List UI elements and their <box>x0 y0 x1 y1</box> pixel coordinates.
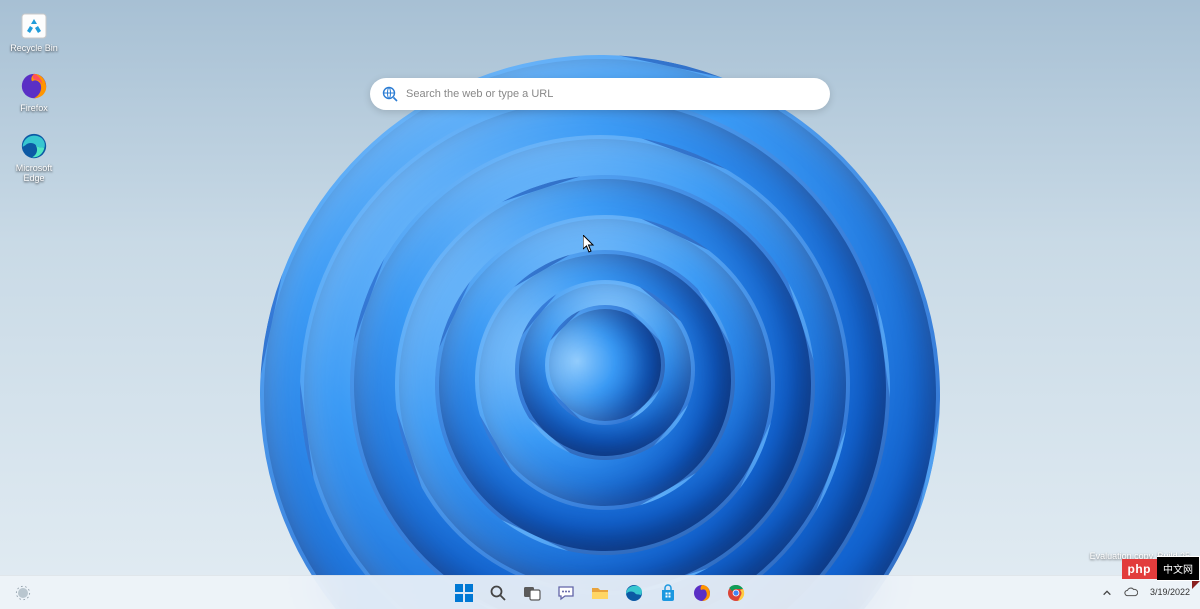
firefox-icon <box>18 70 50 102</box>
folder-icon <box>591 584 609 602</box>
start-button[interactable] <box>449 578 479 608</box>
desktop-search-widget[interactable] <box>370 78 830 110</box>
desktop-icon-recycle-bin[interactable]: Recycle Bin <box>6 8 62 56</box>
edge-icon <box>18 130 50 162</box>
search-icon <box>489 584 507 602</box>
chrome-icon <box>727 584 745 602</box>
task-view-icon <box>523 584 541 602</box>
windows-logo-icon <box>455 584 473 602</box>
desktop-icon-label: Microsoft Edge <box>8 164 60 184</box>
mouse-cursor-icon <box>583 235 595 253</box>
cloud-icon <box>1124 586 1138 600</box>
weather-icon <box>13 583 33 603</box>
store-icon <box>659 584 677 602</box>
firefox-icon <box>693 584 711 602</box>
onedrive-tray-button[interactable] <box>1122 578 1140 608</box>
desktop-icons-area: Recycle Bin Firefox Microsoft Edge <box>6 8 62 186</box>
desktop-icon-label: Recycle Bin <box>10 44 58 54</box>
taskbar-clock[interactable]: 3/19/2022 <box>1146 588 1194 598</box>
overlay-badge-php: php 中文网 <box>1122 556 1200 581</box>
file-explorer-button[interactable] <box>585 578 615 608</box>
desktop-icon-microsoft-edge[interactable]: Microsoft Edge <box>6 128 62 186</box>
chrome-button[interactable] <box>721 578 751 608</box>
chat-icon <box>557 584 575 602</box>
desktop-icon-label: Firefox <box>20 104 48 114</box>
search-input[interactable] <box>406 88 818 100</box>
recycle-bin-icon <box>18 10 50 42</box>
weather-widget-button[interactable] <box>8 578 38 608</box>
taskbar: 3/19/2022 <box>0 575 1200 609</box>
edge-icon <box>625 584 643 602</box>
search-button[interactable] <box>483 578 513 608</box>
edge-button[interactable] <box>619 578 649 608</box>
firefox-taskbar-button[interactable] <box>687 578 717 608</box>
task-view-button[interactable] <box>517 578 547 608</box>
desktop-icon-firefox[interactable]: Firefox <box>6 68 62 116</box>
chat-button[interactable] <box>551 578 581 608</box>
chevron-up-icon <box>1102 588 1112 598</box>
tray-overflow-button[interactable] <box>1098 578 1116 608</box>
taskbar-pinned-apps <box>449 578 751 608</box>
taskbar-date: 3/19/2022 <box>1150 588 1190 598</box>
store-button[interactable] <box>653 578 683 608</box>
globe-search-icon <box>382 86 398 102</box>
